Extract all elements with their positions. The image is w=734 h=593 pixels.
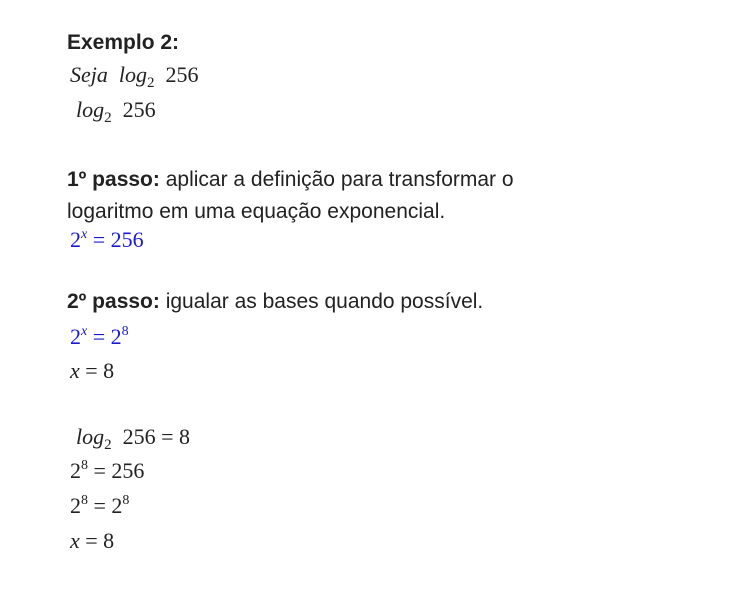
eq-base: 2	[70, 324, 81, 349]
step1-equation: 2x = 256	[70, 227, 144, 253]
log-word: log	[118, 62, 148, 87]
step1-text-line2: logaritmo em uma equação exponencial.	[67, 200, 446, 223]
log-argument: 256	[165, 62, 199, 87]
eq-base: 2	[70, 227, 81, 252]
result-rhs: = 8	[85, 358, 115, 383]
summary-line4: x = 8	[70, 528, 114, 554]
step2-result: x = 8	[70, 358, 114, 384]
example-heading: Exemplo 2:	[67, 31, 180, 54]
intro-expression: Seja log2 256	[70, 62, 199, 91]
step1-text-line1: aplicar a definição para transformar o	[159, 168, 514, 191]
eq-exponent-right: 8	[122, 493, 130, 508]
step2-label: 2º passo:	[67, 290, 160, 313]
step2-equation: 2x = 28	[70, 324, 129, 350]
variable-x: x	[70, 358, 80, 383]
step1-label: 1º passo:	[67, 168, 160, 191]
eq-exponent: x	[81, 324, 88, 339]
summary-line1-rest: 256 = 8	[122, 424, 191, 449]
eq-middle: = 2	[92, 324, 122, 349]
eq-base: 2	[70, 458, 81, 483]
summary-line3: 28 = 28	[70, 493, 129, 519]
page: Exemplo 2: Seja log2 256 log2 256 1º pas…	[0, 0, 734, 593]
eq-middle: = 2	[93, 493, 123, 518]
log-word: log	[76, 97, 105, 122]
step2-text: igualar as bases quando possível.	[159, 290, 484, 313]
summary-line2: 28 = 256	[70, 458, 144, 484]
seja-word: Seja	[70, 62, 108, 87]
eq-exponent: 8	[81, 458, 88, 473]
eq-base: 2	[70, 493, 81, 518]
step1-paragraph: 1º passo: aplicar a definição para trans…	[67, 164, 707, 228]
log-word: log	[76, 424, 105, 449]
eq-exponent: 8	[81, 493, 88, 508]
variable-x: x	[70, 528, 80, 553]
log-expression: log2 256	[76, 97, 156, 126]
eq-rhs: = 256	[92, 227, 144, 252]
log-base: 2	[104, 110, 112, 126]
log-base: 2	[147, 75, 155, 91]
eq-rhs: = 256	[93, 458, 145, 483]
eq-exponent-right: 8	[121, 324, 129, 339]
result-rhs: = 8	[85, 528, 115, 553]
step2-paragraph: 2º passo: igualar as bases quando possív…	[67, 290, 483, 314]
log-base: 2	[104, 437, 112, 453]
summary-line1: log2 256 = 8	[76, 424, 191, 453]
log-argument: 256	[122, 97, 156, 122]
eq-exponent: x	[81, 227, 88, 242]
